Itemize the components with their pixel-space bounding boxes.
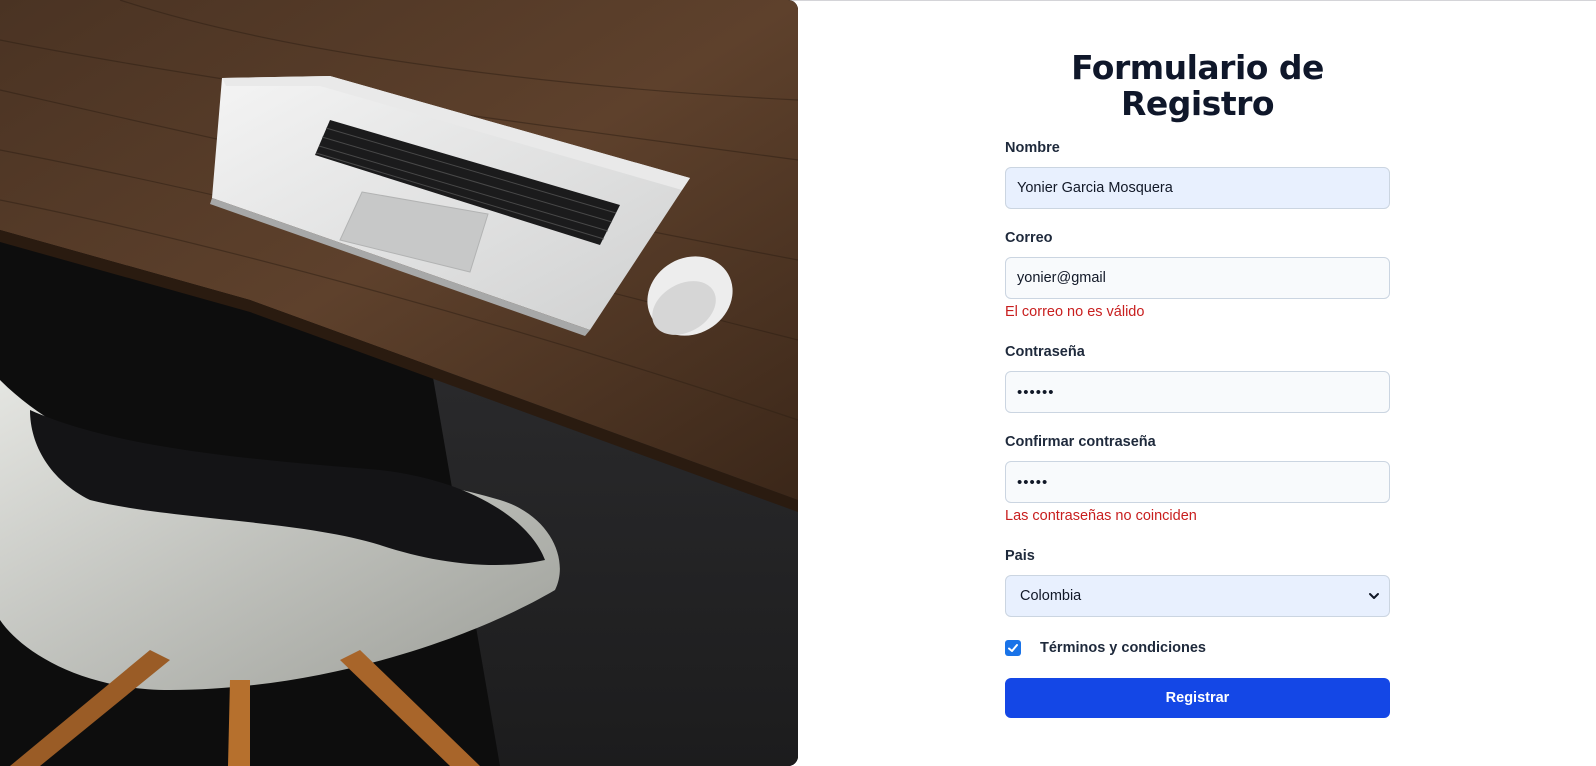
confirm-password-input[interactable] <box>1005 461 1390 503</box>
desk-scene-image <box>0 0 798 766</box>
hero-photo <box>0 0 798 766</box>
confirm-password-error-message: Las contraseñas no coinciden <box>1005 508 1197 524</box>
form-title-line-1: Formulario de <box>1071 48 1324 87</box>
confirm-password-label: Confirmar contraseña <box>1005 434 1156 450</box>
country-label: Pais <box>1005 548 1035 564</box>
country-select[interactable]: Colombia <box>1005 575 1390 617</box>
register-button[interactable]: Registrar <box>1005 678 1390 718</box>
password-label: Contraseña <box>1005 344 1085 360</box>
password-input[interactable] <box>1005 371 1390 413</box>
name-label: Nombre <box>1005 140 1060 156</box>
email-label: Correo <box>1005 230 1053 246</box>
terms-label[interactable]: Términos y condiciones <box>1040 640 1206 656</box>
email-error-message: El correo no es válido <box>1005 304 1145 320</box>
terms-checkbox[interactable] <box>1005 640 1021 656</box>
chevron-down-icon <box>1369 593 1379 599</box>
checkmark-icon <box>1008 644 1018 652</box>
form-title: Formulario de Registro <box>1005 50 1390 122</box>
email-input[interactable] <box>1005 257 1390 299</box>
name-input[interactable] <box>1005 167 1390 209</box>
form-title-line-2: Registro <box>1120 84 1275 123</box>
